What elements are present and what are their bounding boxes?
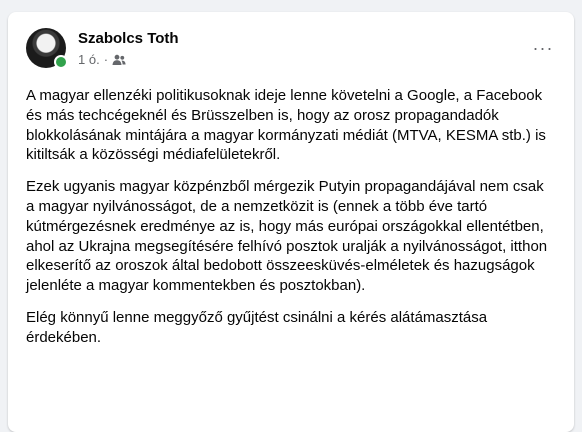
online-status-icon (54, 55, 68, 69)
post-paragraph-2: Ezek ugyanis magyar közpénzből mérgezik … (26, 178, 548, 295)
friends-icon[interactable] (112, 54, 126, 66)
post-body: A magyar ellenzéki politikusoknak ideje … (26, 86, 556, 360)
post-header: Szabolcs Toth 1 ó. · ··· (26, 28, 562, 78)
meta-separator: · (103, 52, 109, 67)
author-avatar[interactable] (26, 28, 68, 69)
more-options-icon: ··· (532, 37, 554, 58)
post-card: Szabolcs Toth 1 ó. · ··· A magyar ellenz… (8, 12, 574, 432)
author-name[interactable]: Szabolcs Toth (78, 30, 179, 47)
more-options-button[interactable]: ··· (528, 34, 558, 62)
post-paragraph-3: Elég könnyű lenne meggyőző gyűjtést csin… (26, 308, 488, 346)
post-timestamp[interactable]: 1 ó. (78, 52, 100, 67)
post-paragraph-1: A magyar ellenzéki politikusoknak ideje … (26, 87, 546, 164)
post-meta: 1 ó. · (78, 52, 126, 67)
